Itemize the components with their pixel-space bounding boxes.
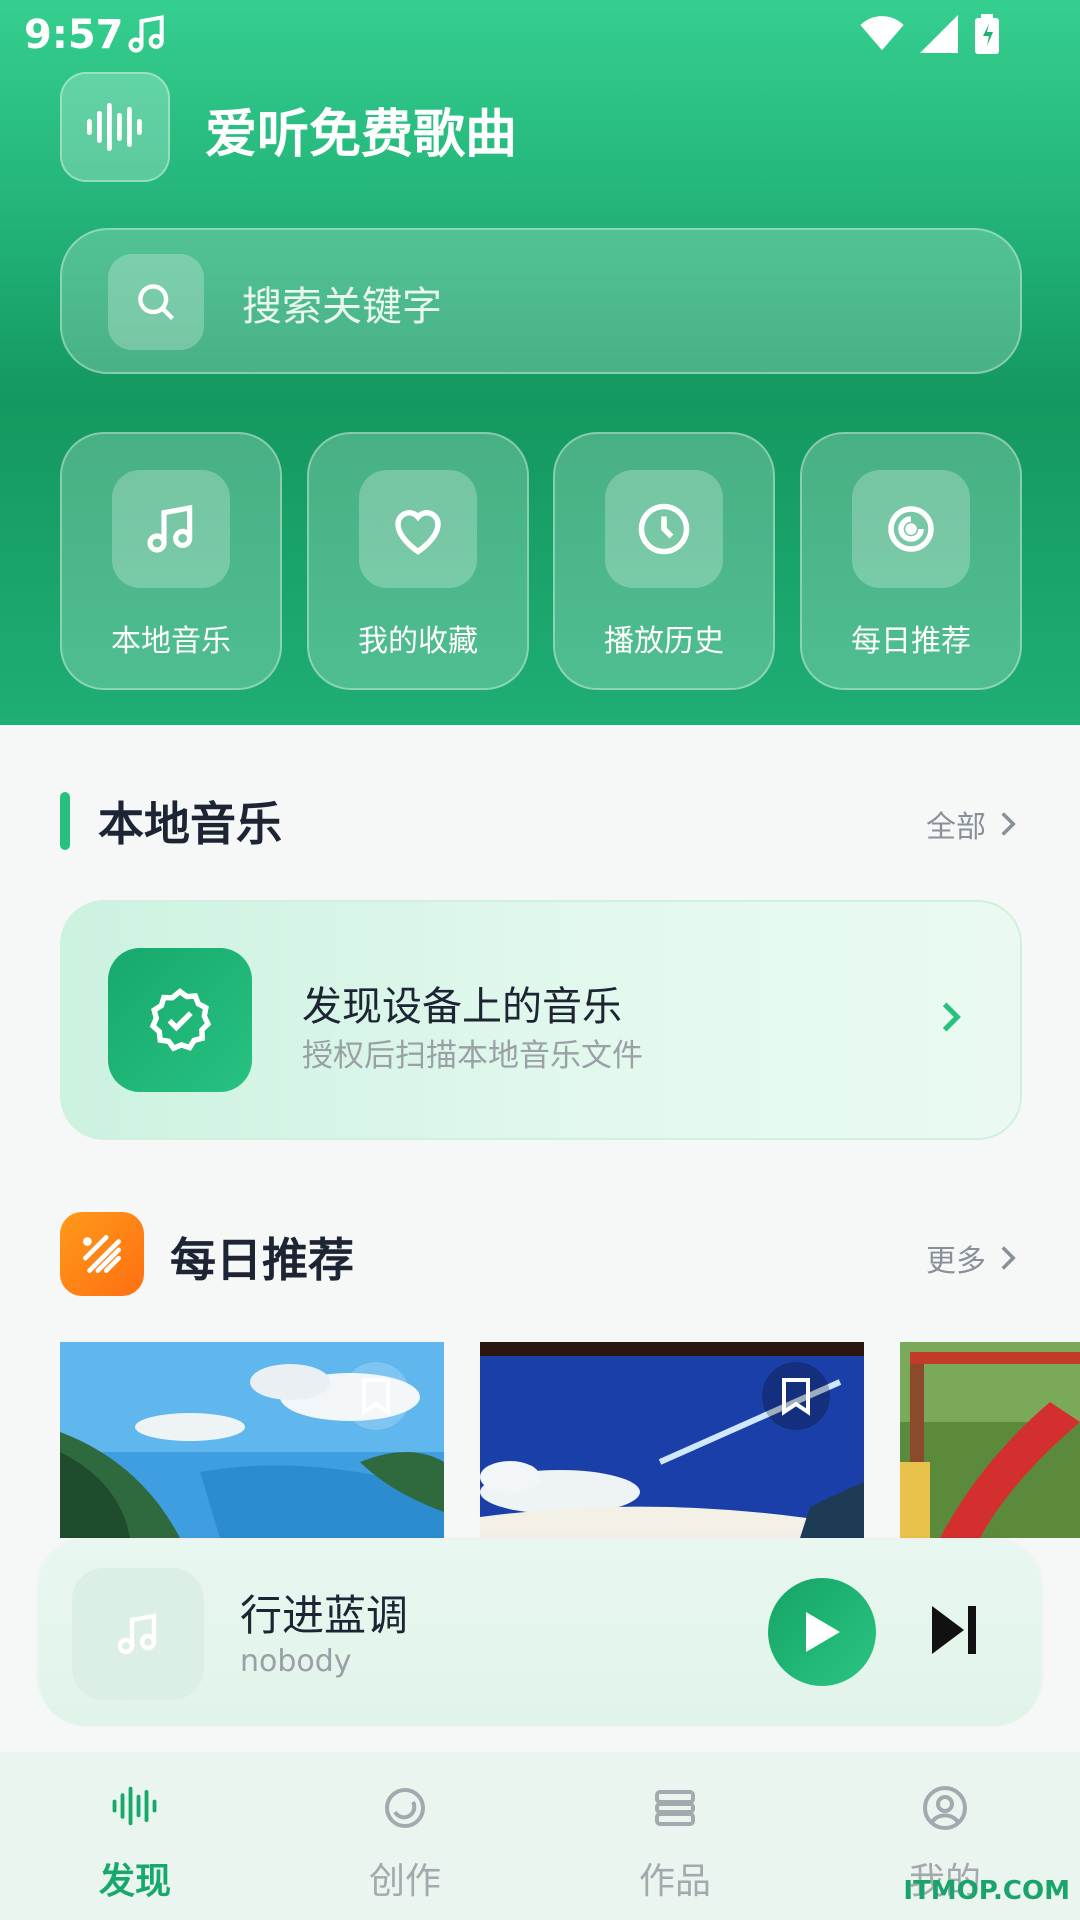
album-cover [72, 1568, 204, 1700]
status-icons [860, 14, 1000, 54]
heart-icon [359, 470, 477, 588]
bookmark-button[interactable] [342, 1362, 410, 1430]
waveform-icon [87, 103, 142, 151]
daily-recommend-list [60, 1342, 1080, 1538]
play-button[interactable] [768, 1578, 876, 1686]
bookmark-icon [362, 1378, 390, 1416]
quick-action-history[interactable]: 播放历史 [553, 432, 775, 690]
quick-action-label: 每日推荐 [851, 624, 971, 659]
stack-icon [655, 1790, 695, 1826]
radio-signal-icon [852, 470, 970, 588]
track-artist: nobody [240, 1644, 352, 1679]
music-note-icon [125, 12, 169, 56]
search-icon[interactable] [108, 254, 204, 350]
tab-label: 作品 [638, 1861, 711, 1902]
quick-action-favorites[interactable]: 我的收藏 [307, 432, 529, 690]
sparkle-icon [60, 1212, 144, 1296]
quick-action-local-music[interactable]: 本地音乐 [60, 432, 282, 690]
quick-action-label: 我的收藏 [358, 624, 478, 659]
cell-signal-icon [920, 15, 958, 53]
discover-local-music-card[interactable]: 发现设备上的音乐 授权后扫描本地音乐文件 [60, 900, 1022, 1140]
quick-action-label: 播放历史 [604, 624, 724, 659]
chevron-right-icon [1001, 812, 1016, 836]
music-note-icon [117, 1613, 157, 1655]
bookmark-button[interactable] [762, 1362, 830, 1430]
user-icon [923, 1786, 967, 1830]
tab-label: 创作 [368, 1861, 441, 1902]
tab-discover[interactable]: 发现 [0, 1752, 270, 1920]
chevron-right-icon [1001, 1246, 1016, 1270]
header-hero: 9:57 爱听免费歌曲 搜索关键字 本地音乐 我的收藏 播放历史 每日推荐 [0, 0, 1080, 725]
quick-actions: 本地音乐 我的收藏 播放历史 每日推荐 [60, 432, 1022, 690]
view-all-label: 全部 [926, 810, 986, 845]
section-title: 每日推荐 [170, 1233, 354, 1287]
quick-action-label: 本地音乐 [111, 624, 231, 659]
section-header-daily: 每日推荐 更多 [60, 1212, 1020, 1296]
app-title: 爱听免费歌曲 [205, 105, 518, 165]
search-input[interactable]: 搜索关键字 [242, 274, 442, 332]
section-header-local-music: 本地音乐 全部 [60, 784, 1020, 854]
tab-create[interactable]: 创作 [270, 1752, 540, 1920]
next-track-button[interactable] [928, 1602, 980, 1662]
view-all-link[interactable]: 全部 [926, 802, 1020, 846]
bookmark-icon [782, 1378, 810, 1416]
battery-icon [975, 14, 999, 54]
recommend-card[interactable] [480, 1342, 864, 1538]
view-more-label: 更多 [926, 1244, 986, 1279]
section-accent-bar [60, 792, 70, 850]
clock-icon [605, 470, 723, 588]
disc-icon [385, 1788, 425, 1828]
discover-title: 发现设备上的音乐 [302, 984, 622, 1030]
recommend-card[interactable] [60, 1342, 444, 1538]
chevron-right-icon [942, 1002, 961, 1032]
status-bar: 9:57 [0, 0, 1080, 70]
tab-label: 发现 [98, 1861, 171, 1902]
cover-image [900, 1342, 1080, 1538]
tab-works[interactable]: 作品 [540, 1752, 810, 1920]
app-logo [60, 72, 170, 182]
discover-subtitle: 授权后扫描本地音乐文件 [302, 1038, 643, 1074]
waveform-icon [112, 1786, 157, 1826]
section-title: 本地音乐 [98, 797, 282, 851]
status-time: 9:57 [24, 12, 124, 58]
verified-badge-icon [108, 948, 252, 1092]
quick-action-daily[interactable]: 每日推荐 [800, 432, 1022, 690]
watermark: ITMOP.COM [903, 1876, 1070, 1906]
track-title: 行进蓝调 [240, 1591, 409, 1640]
music-note-icon [112, 470, 230, 588]
recommend-card[interactable] [900, 1342, 1080, 1538]
view-more-link[interactable]: 更多 [926, 1236, 1020, 1280]
skip-next-icon [932, 1606, 976, 1654]
search-bar[interactable]: 搜索关键字 [60, 228, 1022, 374]
play-icon [806, 1612, 840, 1652]
mini-player[interactable]: 行进蓝调 nobody [38, 1540, 1042, 1726]
wifi-icon [860, 16, 904, 51]
